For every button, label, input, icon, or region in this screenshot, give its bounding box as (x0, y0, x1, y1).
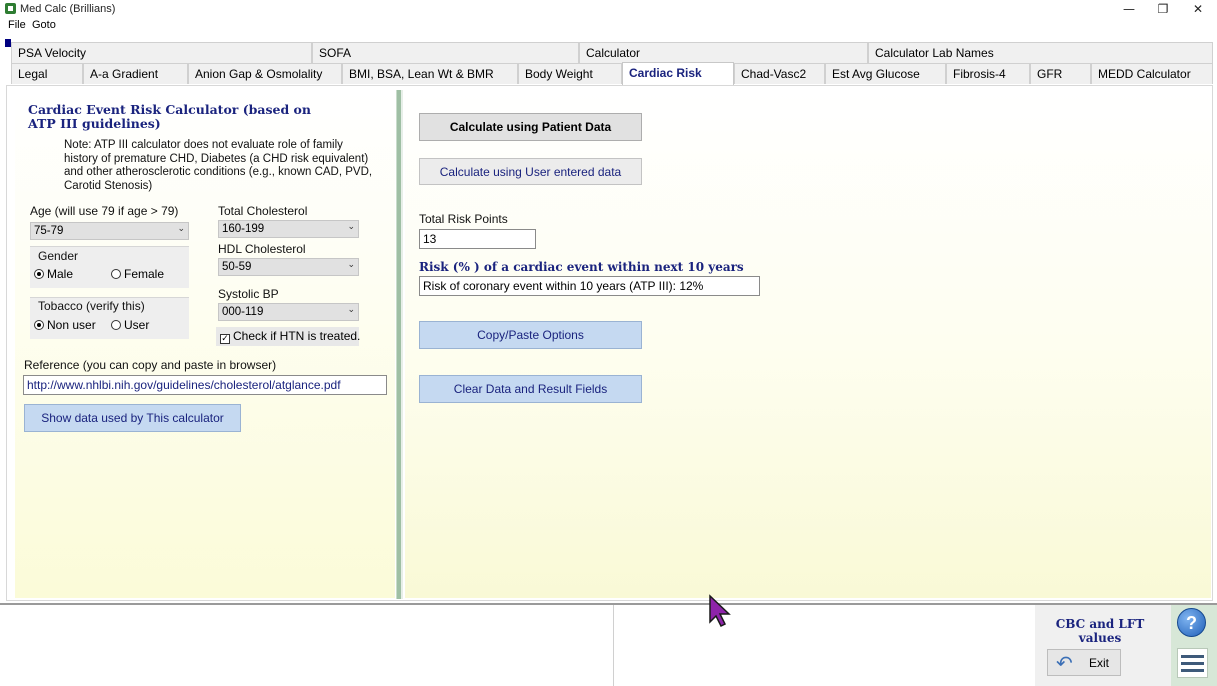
total-cholesterol-select[interactable]: 160-199 ⌄ (218, 220, 359, 238)
tobacco-user-label: User (124, 318, 150, 332)
htn-label: Check if HTN is treated. (233, 329, 361, 343)
systolic-bp-value: 000-119 (222, 306, 264, 318)
list-menu-icon[interactable] (1177, 648, 1208, 678)
total-risk-points-field[interactable]: 13 (419, 229, 536, 249)
chevron-down-icon: ⌄ (347, 305, 355, 315)
chevron-down-icon: ⌄ (347, 222, 355, 232)
hdl-value: 50-59 (222, 261, 252, 273)
menu-bar: File Goto (0, 18, 1217, 34)
minimize-button[interactable]: — (1112, 0, 1146, 18)
tab-chad-vasc2[interactable]: Chad-Vasc2 (734, 63, 825, 84)
tobacco-non-user-label: Non user (47, 318, 96, 332)
panel-splitter[interactable] (396, 90, 403, 599)
tab-body-weight[interactable]: Body Weight (518, 63, 622, 84)
tab-aa-gradient[interactable]: A-a Gradient (83, 63, 188, 84)
total-cholesterol-value: 160-199 (222, 223, 265, 235)
tab-anion-gap[interactable]: Anion Gap & Osmolality (188, 63, 342, 84)
age-label: Age (will use 79 if age > 79) (30, 204, 179, 218)
clear-data-button[interactable]: Clear Data and Result Fields (419, 375, 642, 403)
tab-calculator[interactable]: Calculator (579, 42, 868, 63)
copy-paste-options-button[interactable]: Copy/Paste Options (419, 321, 642, 349)
title-bar: Med Calc (Brillians) — ❐ ✕ (0, 0, 1217, 18)
hdl-select[interactable]: 50-59 ⌄ (218, 258, 359, 276)
close-button[interactable]: ✕ (1181, 0, 1215, 18)
systolic-bp-label: Systolic BP (218, 287, 279, 301)
mouse-cursor-icon (709, 594, 731, 628)
age-select[interactable]: 75-79 ⌄ (30, 222, 189, 240)
exit-button[interactable]: ↶ Exit (1047, 649, 1121, 676)
help-icon[interactable]: ? (1177, 608, 1206, 637)
gender-male-label: Male (47, 267, 74, 281)
tab-sofa[interactable]: SOFA (312, 42, 579, 63)
calculate-user-data-button[interactable]: Calculate using User entered data (419, 158, 642, 185)
gender-label: Gender (38, 249, 79, 263)
cbc-lft-label: CBC and LFT values (1055, 617, 1145, 645)
tab-medd-calculator[interactable]: MEDD Calculator (1091, 63, 1213, 84)
risk-result-field[interactable]: Risk of coronary event within 10 years (… (419, 276, 760, 296)
tobacco-non-user-radio[interactable]: Non user (34, 318, 96, 332)
tab-legal[interactable]: Legal (11, 63, 83, 84)
gender-female-radio[interactable]: Female (111, 267, 164, 281)
exit-label: Exit (1089, 656, 1110, 670)
radio-unselected-icon (111, 269, 121, 279)
radio-unselected-icon (111, 320, 121, 330)
chevron-down-icon: ⌄ (177, 224, 185, 234)
tab-gfr[interactable]: GFR (1030, 63, 1091, 84)
checkbox-checked-icon: ✓ (220, 334, 230, 344)
tab-cardiac-risk[interactable]: Cardiac Risk (622, 62, 734, 86)
status-divider (613, 605, 614, 686)
app-icon (5, 3, 16, 14)
menu-goto[interactable]: Goto (32, 19, 56, 31)
htn-checkbox[interactable]: ✓ Check if HTN is treated. (216, 327, 361, 346)
tab-bmi[interactable]: BMI, BSA, Lean Wt & BMR (342, 63, 518, 84)
calculator-heading: Cardiac Event Risk Calculator (based on … (28, 102, 311, 131)
gender-male-radio[interactable]: Male (34, 267, 73, 281)
tobacco-label: Tobacco (verify this) (38, 299, 145, 313)
age-value: 75-79 (34, 225, 64, 237)
systolic-bp-select[interactable]: 000-119 ⌄ (218, 303, 359, 321)
atp-note: Note: ATP III calculator does not evalua… (64, 139, 373, 192)
menu-file[interactable]: File (8, 19, 26, 31)
tab-calculator-lab-names[interactable]: Calculator Lab Names (868, 42, 1213, 63)
chevron-down-icon: ⌄ (347, 260, 355, 270)
reference-label: Reference (you can copy and paste in bro… (24, 358, 277, 372)
tab-psa-velocity[interactable]: PSA Velocity (11, 42, 312, 63)
reference-url-field[interactable]: http://www.nhlbi.nih.gov/guidelines/chol… (23, 375, 387, 395)
hdl-label: HDL Cholesterol (218, 242, 306, 256)
restore-button[interactable]: ❐ (1146, 0, 1180, 18)
show-data-button[interactable]: Show data used by This calculator (24, 404, 241, 432)
calculate-patient-data-button[interactable]: Calculate using Patient Data (419, 113, 642, 141)
tab-fibrosis-4[interactable]: Fibrosis-4 (946, 63, 1030, 84)
risk-percent-label: Risk (% ) of a cardiac event within next… (419, 260, 744, 274)
total-risk-points-label: Total Risk Points (419, 212, 508, 226)
window-title: Med Calc (Brillians) (20, 3, 116, 15)
radio-selected-icon (34, 269, 44, 279)
tab-est-avg-glucose[interactable]: Est Avg Glucose (825, 63, 946, 84)
total-cholesterol-label: Total Cholesterol (218, 204, 308, 218)
undo-arrow-icon: ↶ (1056, 651, 1073, 675)
gender-female-label: Female (124, 267, 165, 281)
radio-selected-icon (34, 320, 44, 330)
tobacco-user-radio[interactable]: User (111, 318, 149, 332)
